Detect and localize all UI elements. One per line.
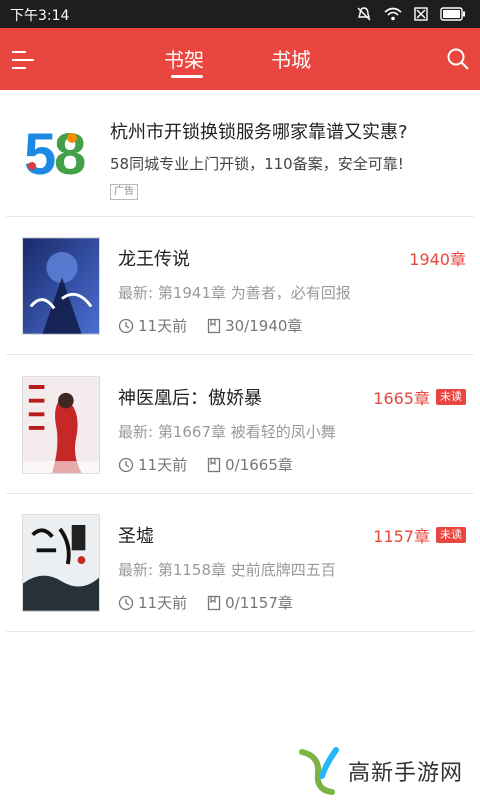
chapter-count-value: 1665章 [373, 389, 430, 408]
ad-logo-digit-5: 5 [24, 126, 56, 180]
bookmark-icon [207, 457, 221, 472]
updated-time: 11天前 [138, 594, 188, 612]
watermark-logo [299, 747, 339, 795]
latest-chapter: 最新: 第1158章 史前底牌四五百 [118, 561, 336, 579]
status-time: 下午3:14 [10, 8, 70, 24]
bookmark-icon [207, 595, 221, 610]
ad-badge: 广告 [110, 184, 138, 200]
chapter-count-value: 1940章 [409, 250, 466, 269]
clock-icon [118, 318, 134, 333]
book-cover-shenyi[interactable] [22, 376, 100, 474]
read-progress: 0/1157章 [225, 594, 293, 612]
book-meta: 11天前 0/1665章 [118, 454, 293, 475]
book-title[interactable]: 神医凰后：傲娇暴 [118, 384, 262, 410]
unread-badge: 未读 [436, 527, 466, 543]
book-cover-longwang[interactable] [22, 237, 100, 335]
read-progress: 30/1940章 [225, 317, 303, 335]
book-title[interactable]: 圣墟 [118, 522, 154, 548]
menu-icon[interactable] [12, 50, 34, 70]
divider [6, 631, 474, 632]
status-bar: 下午3:14 [0, 0, 480, 28]
chapter-count-value: 1157章 [373, 527, 430, 546]
chapter-count: 1157章 未读 [373, 523, 466, 547]
active-tab-indicator [171, 75, 203, 78]
battery-icon [440, 7, 465, 21]
book-cover-shengxu[interactable] [22, 514, 100, 612]
updated-time: 11天前 [138, 317, 188, 335]
book-meta: 11天前 0/1157章 [118, 592, 293, 613]
read-progress: 0/1665章 [225, 456, 293, 474]
status-icons [356, 6, 466, 22]
clock-icon [118, 457, 134, 472]
latest-chapter: 最新: 第1667章 被看轻的凤小舞 [118, 423, 336, 441]
clock-icon [118, 595, 134, 610]
search-icon[interactable] [446, 47, 470, 71]
ad-title[interactable]: 杭州市开锁换锁服务哪家靠谱又实惠? [110, 118, 408, 144]
chapter-count: 1940章 [409, 246, 466, 270]
mute-icon [357, 7, 371, 21]
sim-icon [414, 7, 428, 21]
watermark: 高新手游网 [298, 746, 463, 796]
ad-logo: 5 8 [24, 126, 86, 180]
book-meta: 11天前 30/1940章 [118, 315, 302, 336]
bookmark-icon [207, 318, 221, 333]
app-bar: 书架 书城 [0, 28, 480, 90]
book-title[interactable]: 龙王传说 [118, 245, 190, 271]
wifi-icon [384, 7, 402, 21]
ad-description: 58同城专业上门开锁，110备案，安全可靠! [110, 155, 404, 173]
chapter-count: 1665章 未读 [373, 385, 466, 409]
tab-bookshelf[interactable]: 书架 [164, 44, 204, 73]
watermark-text: 高新手游网 [348, 761, 464, 786]
tab-bookstore[interactable]: 书城 [271, 44, 311, 73]
updated-time: 11天前 [138, 456, 188, 474]
unread-badge: 未读 [436, 389, 466, 405]
latest-chapter: 最新: 第1941章 为善者，必有回报 [118, 284, 351, 302]
